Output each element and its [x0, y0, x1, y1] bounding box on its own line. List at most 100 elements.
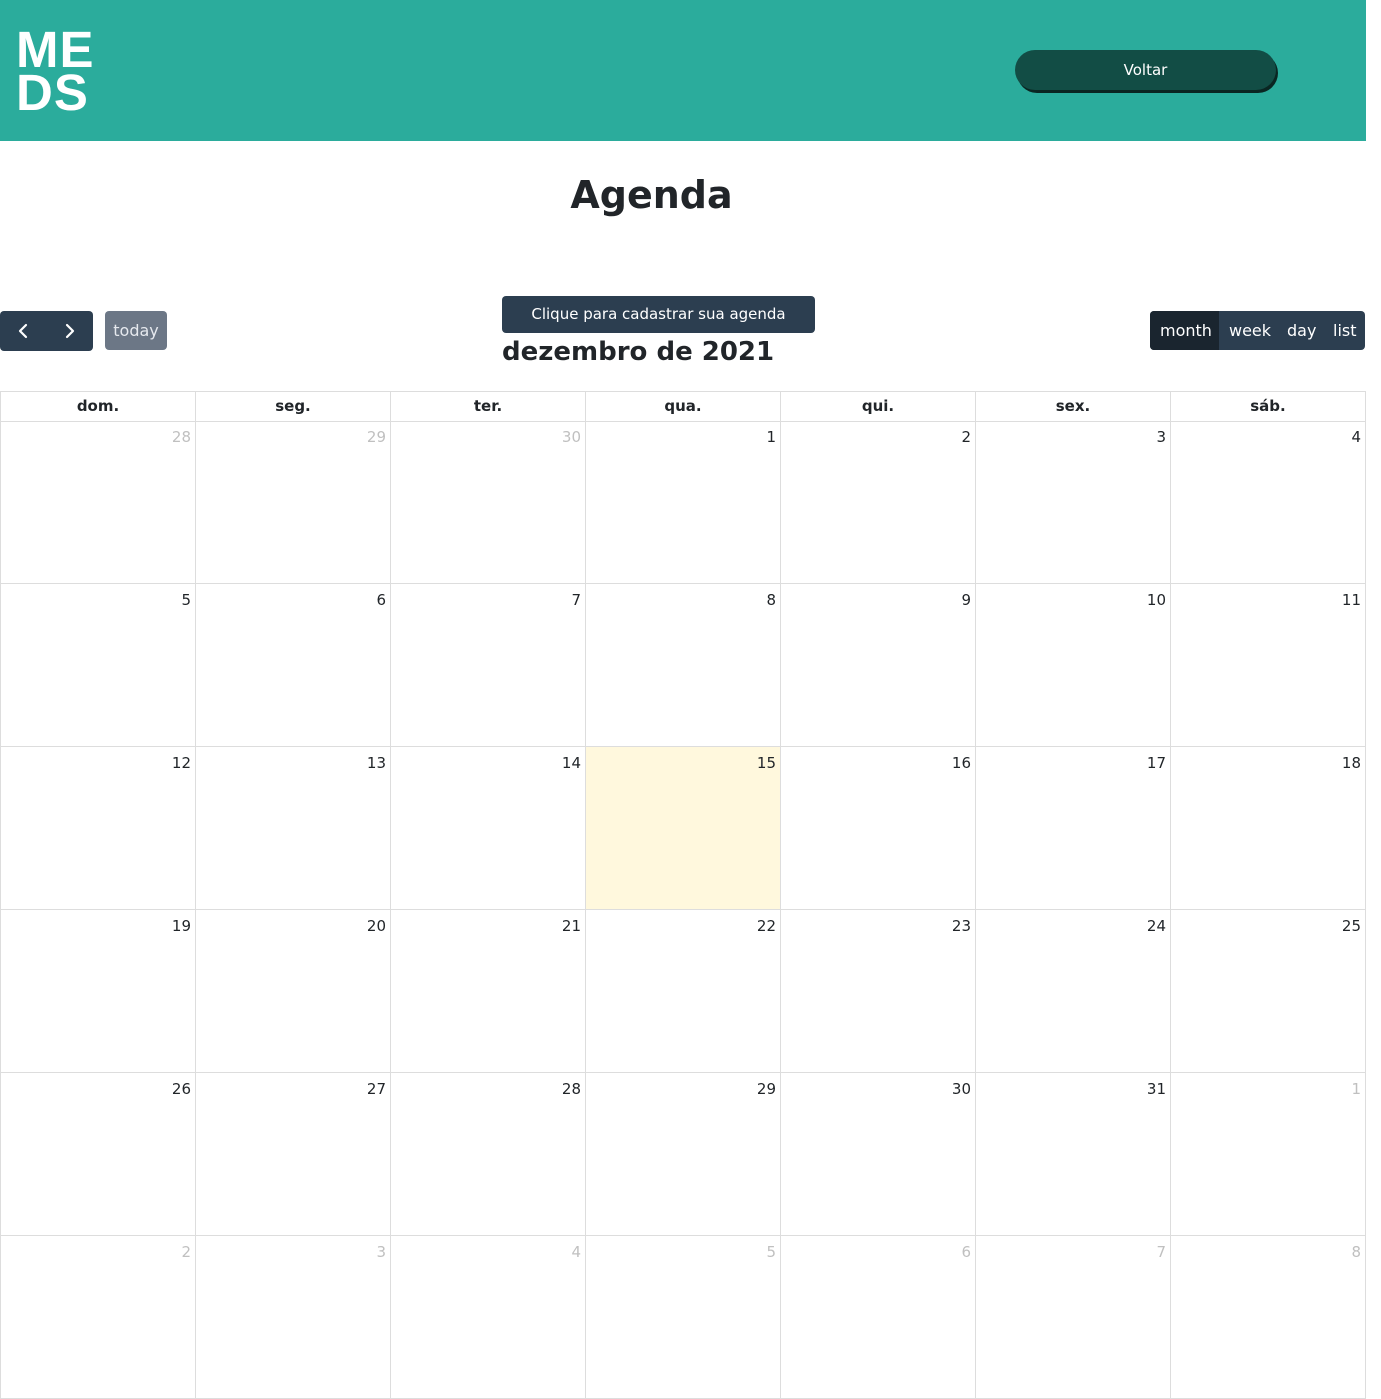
day-cell[interactable]: 30	[781, 1073, 976, 1236]
day-cell[interactable]: 14	[391, 747, 586, 910]
chevron-left-icon	[19, 323, 28, 339]
next-button[interactable]	[47, 311, 94, 351]
day-cell[interactable]: 25	[1171, 910, 1366, 1073]
weekday-label: qua.	[586, 392, 781, 422]
day-cell[interactable]: 23	[781, 910, 976, 1073]
weekday-label: qui.	[781, 392, 976, 422]
back-button[interactable]: Voltar	[1015, 50, 1276, 90]
day-cell[interactable]: 20	[196, 910, 391, 1073]
prev-button[interactable]	[0, 311, 47, 351]
day-cell[interactable]: 28	[1, 421, 196, 584]
day-number: 22	[756, 917, 776, 935]
day-cell[interactable]: 3	[196, 1236, 391, 1399]
day-number: 1	[766, 428, 776, 446]
day-number: 30	[951, 1080, 971, 1098]
week-row: 5 6 7 8 9 10 11	[0, 584, 1366, 747]
day-number: 6	[961, 1243, 971, 1261]
day-cell[interactable]: 7	[391, 584, 586, 747]
today-day-cell[interactable]: 15	[586, 747, 781, 910]
day-cell[interactable]: 30	[391, 421, 586, 584]
day-number: 2	[961, 428, 971, 446]
view-week-button[interactable]: week	[1219, 311, 1277, 350]
day-number: 19	[171, 917, 191, 935]
day-cell[interactable]: 4	[391, 1236, 586, 1399]
day-cell[interactable]: 6	[781, 1236, 976, 1399]
day-cell[interactable]: 17	[976, 747, 1171, 910]
day-cell[interactable]: 5	[586, 1236, 781, 1399]
calendar-title: dezembro de 2021	[502, 337, 775, 367]
day-cell[interactable]: 26	[1, 1073, 196, 1236]
day-number: 7	[571, 591, 581, 609]
day-cell[interactable]: 7	[976, 1236, 1171, 1399]
day-number: 9	[961, 591, 971, 609]
weekday-header: dom. seg. ter. qua. qui. sex. sáb.	[0, 391, 1366, 422]
logo-line-2: DS	[16, 64, 89, 121]
weekday-label: sex.	[976, 392, 1171, 422]
day-cell[interactable]: 31	[976, 1073, 1171, 1236]
day-cell[interactable]: 12	[1, 747, 196, 910]
day-cell[interactable]: 29	[586, 1073, 781, 1236]
day-number: 20	[366, 917, 386, 935]
day-number: 15	[756, 754, 776, 772]
day-number: 28	[171, 428, 191, 446]
day-cell[interactable]: 8	[1171, 1236, 1366, 1399]
day-number: 25	[1341, 917, 1361, 935]
day-number: 12	[171, 754, 191, 772]
page-title: Agenda	[570, 173, 733, 217]
week-row: 12 13 14 15 16 17 18	[0, 747, 1366, 910]
day-number: 27	[366, 1080, 386, 1098]
day-cell[interactable]: 27	[196, 1073, 391, 1236]
week-row: 19 20 21 22 23 24 25	[0, 910, 1366, 1073]
app-header: ME DS Voltar	[0, 0, 1366, 141]
day-cell[interactable]: 6	[196, 584, 391, 747]
day-cell[interactable]: 1	[1171, 1073, 1366, 1236]
day-number: 14	[561, 754, 581, 772]
view-switcher: month week day list	[1150, 311, 1365, 350]
weekday-label: sáb.	[1171, 392, 1366, 422]
view-list-button[interactable]: list	[1323, 311, 1365, 350]
day-number: 28	[561, 1080, 581, 1098]
chevron-right-icon	[65, 323, 74, 339]
day-cell[interactable]: 1	[586, 421, 781, 584]
calendar-nav-group	[0, 311, 93, 351]
day-cell[interactable]: 5	[1, 584, 196, 747]
day-cell[interactable]: 16	[781, 747, 976, 910]
day-cell[interactable]: 13	[196, 747, 391, 910]
day-cell[interactable]: 10	[976, 584, 1171, 747]
register-agenda-button[interactable]: Clique para cadastrar sua agenda médica	[502, 296, 815, 360]
day-number: 10	[1146, 591, 1166, 609]
day-cell[interactable]: 28	[391, 1073, 586, 1236]
day-cell[interactable]: 4	[1171, 421, 1366, 584]
day-number: 26	[171, 1080, 191, 1098]
month-calendar: dom. seg. ter. qua. qui. sex. sáb. 28 29…	[0, 391, 1366, 1399]
day-number: 7	[1156, 1243, 1166, 1261]
day-cell[interactable]: 21	[391, 910, 586, 1073]
day-cell[interactable]: 2	[781, 421, 976, 584]
day-cell[interactable]: 2	[1, 1236, 196, 1399]
day-number: 8	[1351, 1243, 1361, 1261]
day-number: 23	[951, 917, 971, 935]
day-cell[interactable]: 8	[586, 584, 781, 747]
view-day-button[interactable]: day	[1277, 311, 1323, 350]
day-cell[interactable]: 11	[1171, 584, 1366, 747]
weekday-label: dom.	[1, 392, 196, 422]
day-cell[interactable]: 18	[1171, 747, 1366, 910]
day-number: 30	[561, 428, 581, 446]
meds-logo[interactable]: ME DS	[16, 24, 95, 121]
day-cell[interactable]: 29	[196, 421, 391, 584]
today-button[interactable]: today	[105, 311, 167, 350]
day-number: 18	[1341, 754, 1361, 772]
day-cell[interactable]: 24	[976, 910, 1171, 1073]
day-number: 24	[1146, 917, 1166, 935]
day-number: 16	[951, 754, 971, 772]
week-row: 2 3 4 5 6 7 8	[0, 1236, 1366, 1399]
day-cell[interactable]: 22	[586, 910, 781, 1073]
day-cell[interactable]: 9	[781, 584, 976, 747]
day-cell[interactable]: 3	[976, 421, 1171, 584]
day-number: 3	[1156, 428, 1166, 446]
day-cell[interactable]: 19	[1, 910, 196, 1073]
day-number: 17	[1146, 754, 1166, 772]
view-month-button[interactable]: month	[1150, 311, 1219, 350]
day-number: 4	[571, 1243, 581, 1261]
day-number: 4	[1351, 428, 1361, 446]
